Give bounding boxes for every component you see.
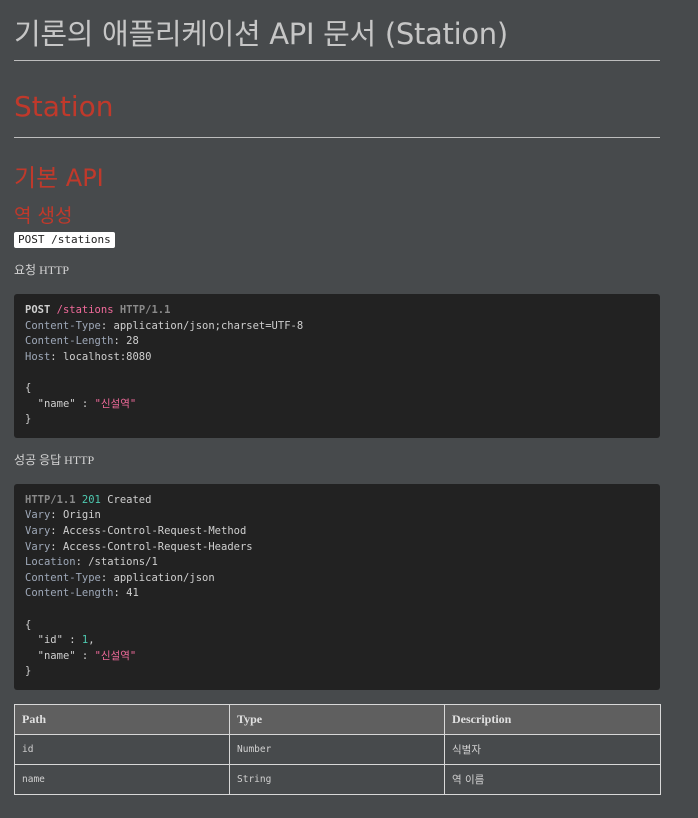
response-header: Vary: Origin: [25, 509, 101, 522]
request-header: Content-Type: application/json;charset=U…: [25, 319, 304, 332]
response-status-line: HTTP/1.1 201 Created: [25, 493, 152, 506]
response-header: Vary: Access-Control-Request-Method: [25, 524, 247, 537]
response-code-block: HTTP/1.1 201 Created Vary: Origin Vary: Ac…: [14, 483, 660, 690]
table-row: id Number 식별자: [14, 733, 661, 765]
field-path: id: [14, 733, 230, 765]
response-body-open: {: [25, 618, 32, 631]
field-path: name: [14, 763, 230, 795]
table-row: name String 역 이름: [14, 763, 661, 795]
response-body-close: }: [25, 665, 32, 678]
field-type: String: [229, 763, 445, 795]
page-title: 기론의 애플리케이션 API 문서 (Station): [14, 12, 660, 61]
request-header: Content-Length: 28: [25, 335, 139, 348]
response-header: Location: /stations/1: [25, 556, 158, 569]
column-header-path: Path: [14, 703, 230, 735]
response-header: Vary: Access-Control-Request-Headers: [25, 540, 253, 553]
request-label: 요청 HTTP: [14, 263, 70, 277]
request-body-close: }: [25, 413, 32, 426]
table-header-row: Path Type Description: [14, 703, 661, 735]
request-body-field: "name" : "신설역": [37, 397, 137, 410]
field-type: Number: [229, 733, 445, 765]
request-header: Host: localhost:8080: [25, 350, 152, 363]
field-description: 식별자: [444, 733, 661, 765]
response-label: 성공 응답 HTTP: [14, 452, 95, 467]
response-fields-table: Path Type Description id Number 식별자 name…: [14, 703, 661, 795]
column-header-description: Description: [444, 703, 661, 735]
doc-container: 기론의 애플리케이션 API 문서 (Station) Station 기본 A…: [14, 0, 661, 795]
response-header: Content-Type: application/json: [25, 571, 215, 584]
field-description: 역 이름: [444, 763, 661, 795]
response-header: Content-Length: 41: [25, 587, 139, 600]
request-line: POST /stations HTTP/1.1: [25, 304, 171, 316]
request-code-block: POST /stations HTTP/1.1 Content-Type: app…: [14, 294, 660, 438]
subsection-heading: 기본 API: [14, 164, 104, 192]
response-body-name: "name" : "신설역": [37, 649, 137, 662]
section-heading: Station: [14, 61, 660, 138]
request-body-open: {: [25, 381, 32, 394]
column-header-type: Type: [229, 703, 445, 735]
endpoint-badge: POST /stations: [14, 232, 115, 248]
response-body-id: "id" : 1,: [37, 634, 95, 647]
operation-heading: 역 생성: [14, 205, 73, 227]
